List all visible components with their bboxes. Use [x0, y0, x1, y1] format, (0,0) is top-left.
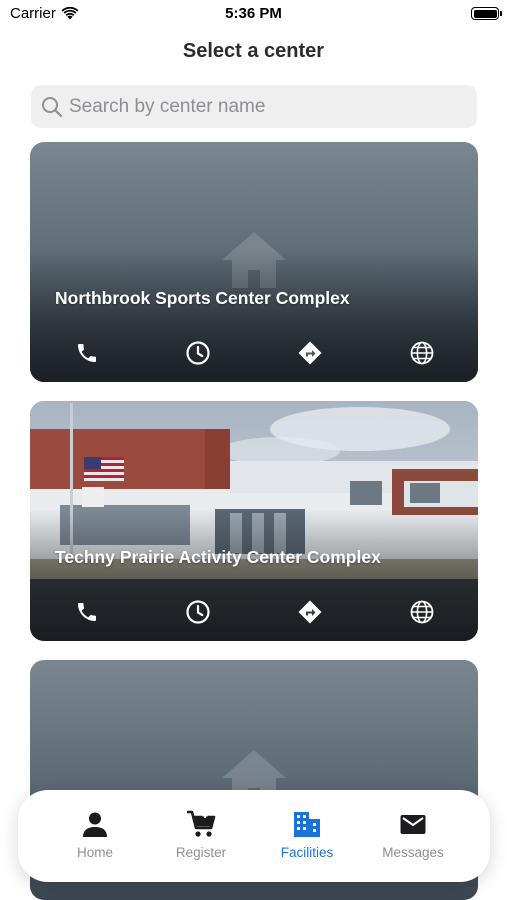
globe-icon	[410, 341, 434, 365]
globe-icon	[410, 600, 434, 624]
search-icon	[42, 96, 63, 117]
center-card[interactable]: Northbrook Sports Center Complex	[30, 142, 478, 382]
phone-button[interactable]	[72, 597, 102, 627]
envelope-icon	[400, 815, 426, 834]
tab-facilities[interactable]: Facilities	[262, 810, 352, 866]
directions-icon	[298, 600, 322, 624]
center-name: Techny Prairie Activity Center Complex	[55, 547, 381, 567]
hours-button[interactable]	[183, 597, 213, 627]
hours-button[interactable]	[183, 338, 213, 368]
phone-icon	[78, 344, 96, 362]
tab-home[interactable]: Home	[50, 810, 140, 866]
phone-icon	[78, 603, 96, 621]
card-actions	[30, 338, 478, 368]
website-button[interactable]	[407, 338, 437, 368]
person-icon	[83, 812, 107, 837]
tab-label: Messages	[382, 845, 444, 860]
search-input[interactable]	[69, 95, 449, 118]
tab-label: Facilities	[280, 845, 334, 860]
search-bar[interactable]	[31, 85, 477, 128]
card-actions	[30, 597, 478, 627]
tab-label: Register	[175, 845, 227, 860]
directions-icon	[298, 341, 322, 365]
center-name: Northbrook Sports Center Complex	[55, 288, 350, 308]
tab-label: Home	[76, 845, 113, 860]
status-time: 5:36 PM	[225, 5, 282, 22]
directions-button[interactable]	[295, 338, 325, 368]
battery-level	[473, 9, 497, 18]
clock-icon	[186, 341, 210, 365]
phone-button[interactable]	[72, 338, 102, 368]
tab-bar: Home Register Facilities Messages	[18, 790, 490, 882]
status-bar: Carrier 5:36 PM	[0, 0, 507, 28]
battery-icon	[471, 7, 502, 20]
tab-register[interactable]: Register	[156, 810, 246, 866]
tab-messages[interactable]: Messages	[368, 810, 458, 866]
directions-button[interactable]	[295, 597, 325, 627]
cart-icon	[187, 810, 216, 837]
page-title: Select a center	[182, 40, 325, 62]
clock-icon	[186, 600, 210, 624]
website-button[interactable]	[407, 597, 437, 627]
center-card[interactable]: Techny Prairie Activity Center Complex	[30, 401, 478, 641]
building-icon	[294, 812, 320, 837]
